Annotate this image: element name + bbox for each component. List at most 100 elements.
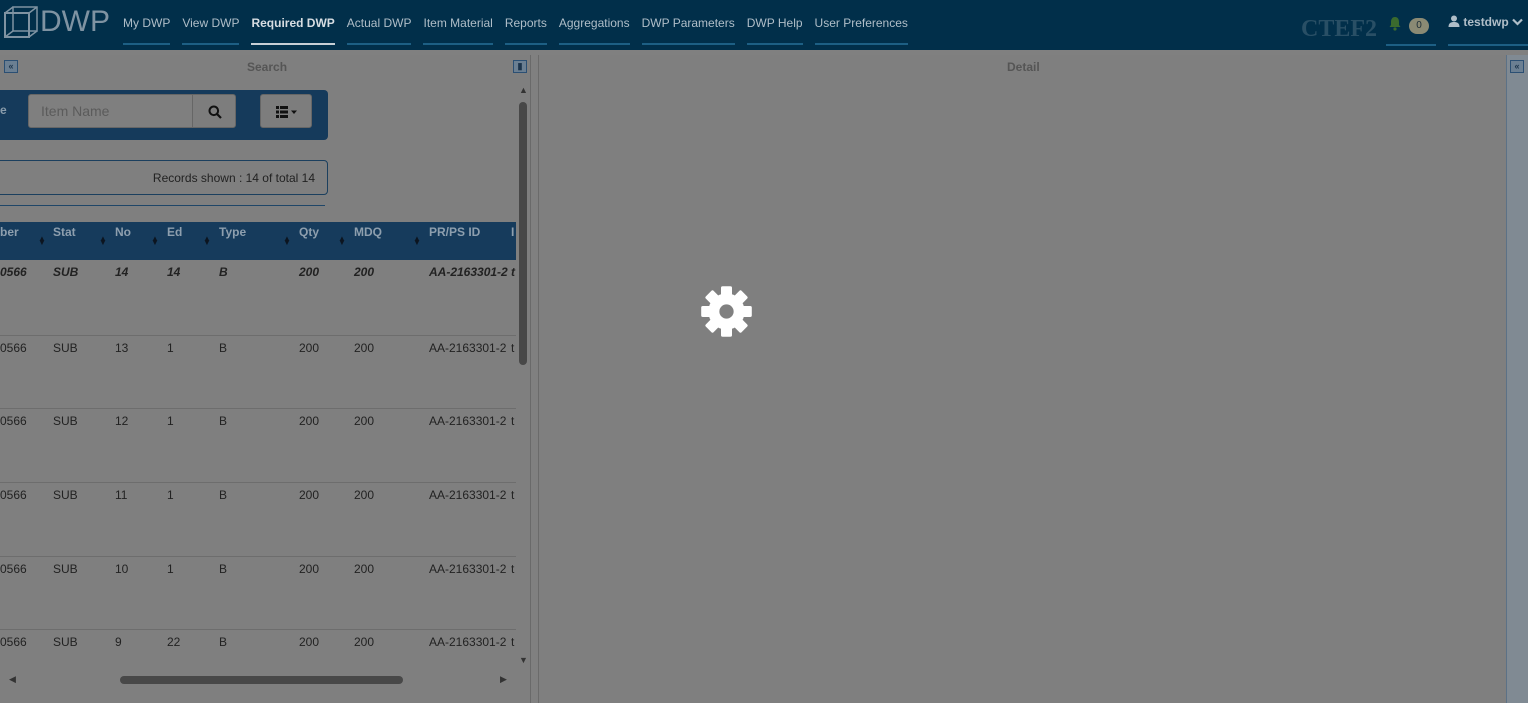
chevron-down-icon bbox=[1512, 18, 1523, 26]
app-logo[interactable]: DWP bbox=[4, 5, 110, 39]
scroll-up-icon[interactable]: ▲ bbox=[519, 85, 528, 95]
app-logo-text: DWP bbox=[40, 5, 110, 38]
column-label: Type bbox=[219, 225, 247, 239]
user-menu[interactable]: testdwp bbox=[1448, 15, 1528, 51]
nav-label: Reports bbox=[504, 16, 547, 30]
detail-panel-title: Detail bbox=[1007, 60, 1040, 74]
nav-item-material[interactable]: Item Material bbox=[417, 0, 498, 50]
table-cell: 200 bbox=[299, 414, 320, 428]
table-cell: 0566 bbox=[0, 265, 27, 279]
table-cell: t bbox=[511, 341, 515, 355]
vertical-scroll-thumb[interactable] bbox=[519, 102, 527, 365]
column-label: ber bbox=[0, 225, 19, 239]
column-header[interactable]: PR/PS ID bbox=[429, 222, 480, 260]
table-cell: 12 bbox=[115, 414, 129, 428]
column-header[interactable]: Qty bbox=[299, 222, 319, 260]
table-row[interactable]: 0566 SUB 13 1 B 200 200 AA-2163301-2 t bbox=[0, 336, 516, 409]
table-row[interactable]: 0566 SUB 14 14 B 200 200 AA-2163301-2 t bbox=[0, 260, 516, 336]
nav-dwp-help[interactable]: DWP Help bbox=[741, 0, 809, 50]
table-cell: 0566 bbox=[0, 414, 27, 428]
nav-actual-dwp[interactable]: Actual DWP bbox=[341, 0, 418, 50]
sort-icon[interactable]: ▲ ▼ bbox=[413, 235, 421, 247]
table-cell: AA-2163301-2 bbox=[429, 635, 507, 649]
results-table-header: ber ▲ ▼ Stat ▲ ▼ No ▲ ▼ Ed ▲ ▼ Type ▲ ▼ Qty ▲… bbox=[0, 222, 516, 260]
scroll-right-icon[interactable]: ▶ bbox=[500, 674, 507, 685]
column-header[interactable]: Stat bbox=[53, 222, 76, 260]
table-cell: 13 bbox=[115, 341, 129, 355]
column-header[interactable]: Ed bbox=[167, 222, 182, 260]
table-cell: 0566 bbox=[0, 488, 27, 502]
environment-label: CTEF2 bbox=[1301, 16, 1378, 42]
top-navbar: DWP My DWP View DWP Required DWP Actual … bbox=[0, 0, 1528, 50]
nav-dwp-parameters[interactable]: DWP Parameters bbox=[636, 0, 741, 50]
scroll-left-icon[interactable]: ◀ bbox=[9, 674, 16, 685]
nav-aggregations[interactable]: Aggregations bbox=[553, 0, 636, 50]
table-cell: B bbox=[219, 265, 228, 279]
expand-panel-icon[interactable]: « bbox=[1510, 60, 1524, 73]
table-cell: 1 bbox=[167, 488, 174, 502]
column-header[interactable]: ber bbox=[0, 222, 19, 260]
table-row[interactable]: 0566 SUB 11 1 B 200 200 AA-2163301-2 t bbox=[0, 483, 516, 557]
table-row[interactable]: 0566 SUB 10 1 B 200 200 AA-2163301-2 t bbox=[0, 557, 516, 630]
table-cell: 200 bbox=[299, 635, 320, 649]
nav-required-dwp[interactable]: Required DWP bbox=[245, 0, 340, 50]
table-cell: 200 bbox=[299, 562, 320, 576]
collapse-search-icon[interactable]: « bbox=[4, 60, 18, 73]
table-cell: 10 bbox=[115, 562, 129, 576]
vertical-scrollbar[interactable]: ▲ ▼ bbox=[517, 85, 530, 700]
column-label: PR/PS ID bbox=[429, 225, 481, 239]
sort-icon[interactable]: ▲ ▼ bbox=[338, 235, 346, 247]
table-cell: SUB bbox=[53, 562, 78, 576]
table-row[interactable]: 0566 SUB 9 22 B 200 200 AA-2163301-2 t bbox=[0, 630, 516, 670]
search-panel-title: Search bbox=[247, 60, 288, 74]
sort-icon[interactable]: ▲ ▼ bbox=[283, 235, 291, 247]
nav-view-dwp[interactable]: View DWP bbox=[176, 0, 245, 50]
table-cell: SUB bbox=[53, 488, 78, 502]
nav-label: View DWP bbox=[182, 16, 240, 30]
user-icon bbox=[1448, 15, 1460, 27]
table-cell: t bbox=[511, 265, 515, 279]
table-cell: 200 bbox=[354, 488, 375, 502]
table-cell: 14 bbox=[115, 265, 129, 279]
table-cell: AA-2163301-2 bbox=[429, 488, 507, 502]
table-cell: B bbox=[219, 341, 228, 355]
sort-icon[interactable]: ▲ ▼ bbox=[203, 235, 211, 247]
table-cell: 0566 bbox=[0, 562, 27, 576]
item-name-search-input[interactable] bbox=[28, 94, 193, 128]
column-label: Qty bbox=[299, 225, 320, 239]
nav-label: Item Material bbox=[423, 16, 493, 30]
scroll-down-icon[interactable]: ▼ bbox=[519, 655, 528, 665]
nav-user-preferences[interactable]: User Preferences bbox=[809, 0, 914, 50]
column-header[interactable]: MDQ bbox=[354, 222, 382, 260]
nav-my-dwp[interactable]: My DWP bbox=[117, 0, 176, 50]
cube-logo-icon bbox=[4, 6, 38, 38]
table-cell: 200 bbox=[354, 341, 375, 355]
table-row[interactable]: 0566 SUB 12 1 B 200 200 AA-2163301-2 t bbox=[0, 409, 516, 483]
search-button[interactable] bbox=[192, 94, 236, 128]
table-cell: 200 bbox=[299, 265, 320, 279]
table-cell: t bbox=[511, 562, 515, 576]
column-header[interactable]: Type bbox=[219, 222, 246, 260]
table-cell: SUB bbox=[53, 265, 79, 279]
sort-icon[interactable]: ▲ ▼ bbox=[99, 235, 107, 247]
sort-icon[interactable]: ▲ ▼ bbox=[151, 235, 159, 247]
search-toolbar: e bbox=[0, 90, 328, 140]
search-icon bbox=[208, 105, 222, 119]
column-label: Stat bbox=[53, 225, 76, 239]
records-shown-text: Records shown : 14 of total 14 bbox=[152, 171, 315, 185]
notification-count-badge: 0 bbox=[1409, 18, 1429, 34]
divider bbox=[0, 205, 325, 206]
nav-label: DWP Parameters bbox=[641, 16, 735, 30]
view-options-button[interactable] bbox=[260, 94, 312, 128]
table-cell: 200 bbox=[354, 414, 375, 428]
right-side-strip: « bbox=[1506, 55, 1528, 703]
main-nav: My DWP View DWP Required DWP Actual DWP … bbox=[117, 0, 914, 50]
notifications-button[interactable]: 0 bbox=[1386, 10, 1436, 46]
sort-icon[interactable]: ▲ ▼ bbox=[38, 235, 46, 247]
column-header[interactable]: I bbox=[511, 222, 514, 260]
column-header[interactable]: No bbox=[115, 222, 131, 260]
nav-reports[interactable]: Reports bbox=[499, 0, 553, 50]
table-cell: 200 bbox=[299, 488, 320, 502]
pin-icon[interactable]: ▮ bbox=[513, 60, 527, 73]
horizontal-scroll-thumb[interactable] bbox=[120, 676, 403, 684]
